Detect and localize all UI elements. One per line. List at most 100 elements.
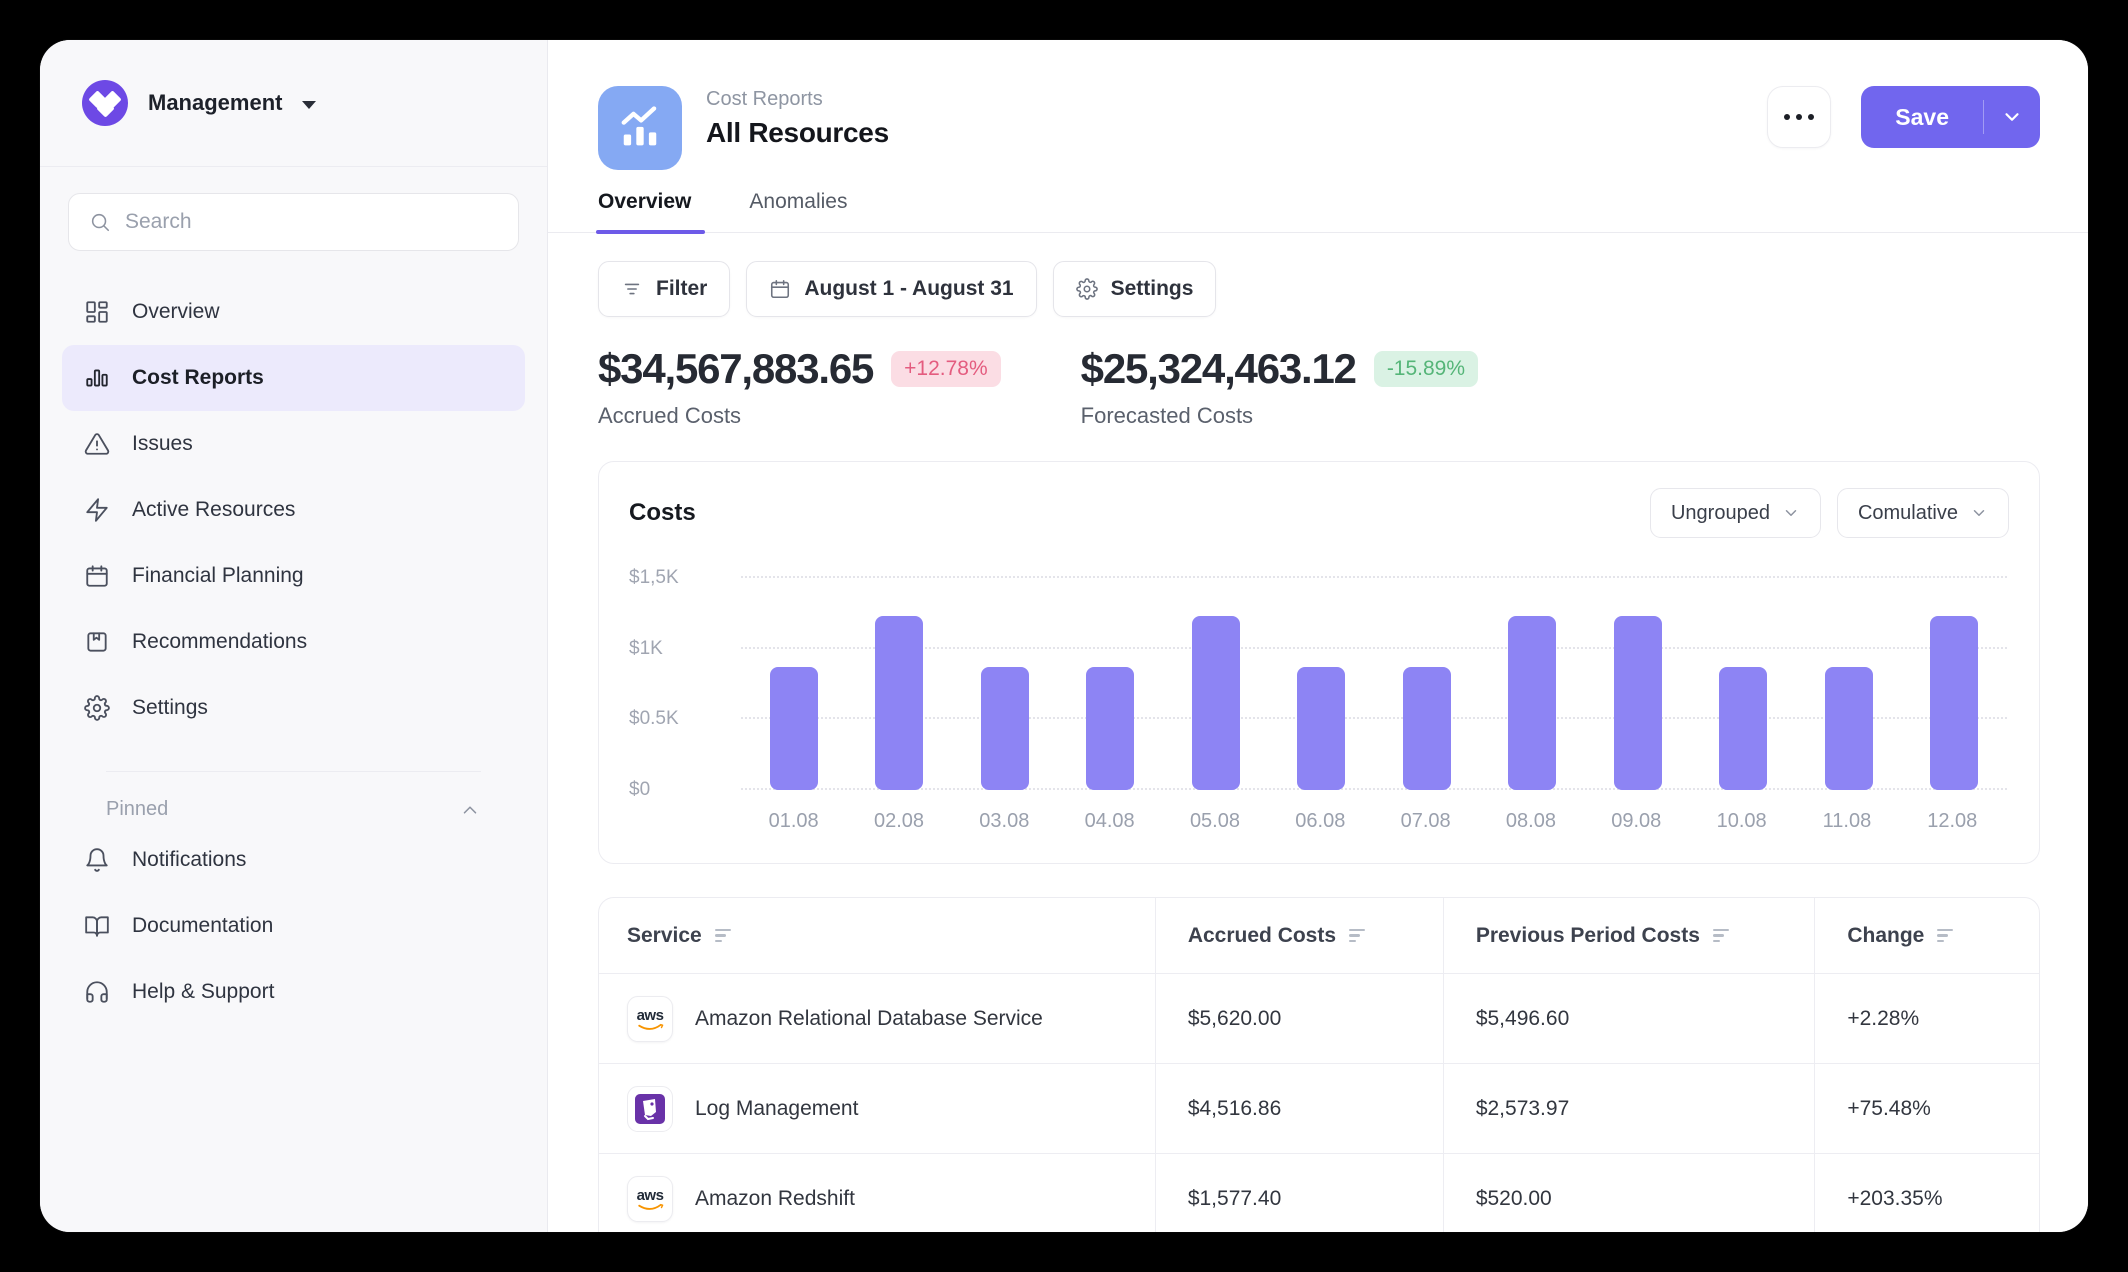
chart-title: Costs (629, 499, 696, 527)
workspace-switcher[interactable]: Management (40, 40, 547, 167)
column-header-accrued-costs[interactable]: Accrued Costs (1155, 898, 1443, 973)
breadcrumb: Cost Reports (706, 88, 889, 111)
save-button[interactable]: Save (1861, 86, 1983, 148)
previous-cost-value: $2,573.97 (1476, 1097, 1569, 1121)
chart-bar[interactable] (1825, 667, 1873, 790)
accrued-cost-value: $5,620.00 (1188, 1007, 1281, 1031)
datadog-icon (627, 1086, 673, 1132)
workspace-logo-icon (82, 80, 128, 126)
chart-bar[interactable] (770, 667, 818, 790)
sidebar-item-overview[interactable]: Overview (62, 279, 525, 345)
y-tick-label: $0.5K (629, 708, 679, 730)
pinned-label: Pinned (106, 798, 168, 821)
filter-button[interactable]: Filter (598, 261, 730, 317)
tab-overview[interactable]: Overview (598, 190, 691, 232)
workspace-name: Management (148, 90, 282, 116)
filter-icon (621, 278, 643, 300)
column-header-service[interactable]: Service (599, 898, 1155, 973)
change-value: +203.35% (1847, 1187, 1942, 1211)
sidebar-item-cost-reports[interactable]: Cost Reports (62, 345, 525, 411)
sidebar-item-settings[interactable]: Settings (62, 675, 525, 741)
sidebar-item-issues[interactable]: Issues (62, 411, 525, 477)
calendar-icon (769, 278, 791, 300)
more-options-button[interactable] (1767, 86, 1831, 148)
metric-value: $34,567,883.65 (598, 345, 873, 393)
grouping-dropdown[interactable]: Ungrouped (1650, 488, 1821, 538)
previous-cost-value: $520.00 (1476, 1187, 1552, 1211)
chart-bar[interactable] (1719, 667, 1767, 790)
chart-bar[interactable] (1297, 667, 1345, 790)
app-window: Management Overview Cost Reports Issues (40, 40, 2088, 1232)
sidebar-item-label: Settings (132, 696, 208, 720)
x-tick-label: 06.08 (1268, 810, 1373, 833)
x-tick-label: 09.08 (1584, 810, 1689, 833)
table-row[interactable]: Log Management $4,516.86 $2,573.97 +75.4… (599, 1063, 2039, 1153)
search-icon (89, 211, 111, 233)
y-tick-label: $1,5K (629, 567, 679, 589)
chart-settings-button[interactable]: Settings (1053, 261, 1217, 317)
search-input[interactable] (125, 210, 498, 234)
main-panel: Cost Reports All Resources Save Overview… (548, 40, 2088, 1232)
sidebar-item-financial-planning[interactable]: Financial Planning (62, 543, 525, 609)
chart-bar[interactable] (1614, 616, 1662, 790)
save-dropdown-button[interactable] (1984, 86, 2040, 148)
plot-area (741, 578, 2007, 790)
change-badge: +12.78% (891, 351, 1001, 387)
column-header-change[interactable]: Change (1814, 898, 2039, 973)
sidebar-item-label: Active Resources (132, 498, 295, 522)
sidebar: Management Overview Cost Reports Issues (40, 40, 548, 1232)
tab-anomalies[interactable]: Anomalies (749, 190, 847, 232)
change-value: +2.28% (1847, 1007, 1919, 1031)
column-header-previous-period-costs[interactable]: Previous Period Costs (1443, 898, 1815, 973)
metrics-row: $34,567,883.65 +12.78% Accrued Costs $25… (598, 345, 2040, 429)
y-axis-labels: $1,5K$1K$0.5K$0 (629, 578, 709, 790)
calendar-icon (84, 563, 110, 589)
change-badge: -15.89% (1374, 351, 1478, 387)
search-box[interactable] (68, 193, 519, 251)
chart-bar[interactable] (1508, 616, 1556, 790)
gear-icon (1076, 278, 1098, 300)
chart-bar[interactable] (981, 667, 1029, 790)
chart-bar[interactable] (1086, 667, 1134, 790)
sidebar-item-recommendations[interactable]: Recommendations (62, 609, 525, 675)
table-header-row: Service Accrued Costs Previous Period Co… (599, 898, 2039, 973)
x-tick-label: 12.08 (1900, 810, 2005, 833)
date-range-value: August 1 - August 31 (804, 277, 1013, 301)
save-split-button[interactable]: Save (1861, 86, 2040, 148)
pinned-section-header[interactable]: Pinned (106, 771, 481, 821)
bars (741, 578, 2007, 790)
x-tick-label: 07.08 (1373, 810, 1478, 833)
metric-accrued-costs: $34,567,883.65 +12.78% Accrued Costs (598, 345, 1001, 429)
gear-icon (84, 695, 110, 721)
x-tick-label: 05.08 (1162, 810, 1267, 833)
chevron-down-icon (2001, 106, 2023, 128)
headphones-icon (84, 979, 110, 1005)
sidebar-nav: Overview Cost Reports Issues Active Reso… (40, 271, 547, 1025)
table-row[interactable]: aws Amazon Redshift $1,577.40 $520.00 +2… (599, 1153, 2039, 1232)
sidebar-item-notifications[interactable]: Notifications (62, 827, 525, 893)
date-range-button[interactable]: August 1 - August 31 (746, 261, 1036, 317)
accrued-cost-value: $1,577.40 (1188, 1187, 1281, 1211)
overview-grid-icon (84, 299, 110, 325)
accrued-cost-value: $4,516.86 (1188, 1097, 1281, 1121)
chart-bar[interactable] (875, 616, 923, 790)
chart-plot: $1,5K$1K$0.5K$0 (629, 578, 2007, 790)
aws-icon: aws (627, 996, 673, 1042)
cumulative-dropdown[interactable]: Comulative (1837, 488, 2009, 538)
bookmark-icon (84, 629, 110, 655)
chart-bar[interactable] (1192, 616, 1240, 790)
sidebar-item-documentation[interactable]: Documentation (62, 893, 525, 959)
y-tick-label: $1K (629, 638, 663, 660)
sidebar-item-help-support[interactable]: Help & Support (62, 959, 525, 1025)
chevron-up-icon (459, 799, 481, 821)
sort-icon (715, 929, 731, 943)
warning-triangle-icon (84, 431, 110, 457)
chart-bar[interactable] (1403, 667, 1451, 790)
x-axis-labels: 01.0802.0803.0804.0805.0806.0807.0808.08… (741, 810, 2005, 833)
change-value: +75.48% (1847, 1097, 1931, 1121)
sidebar-item-active-resources[interactable]: Active Resources (62, 477, 525, 543)
table-row[interactable]: aws Amazon Relational Database Service $… (599, 973, 2039, 1063)
chart-bar[interactable] (1930, 616, 1978, 790)
chevron-down-icon (1970, 504, 1988, 522)
x-tick-label: 03.08 (952, 810, 1057, 833)
